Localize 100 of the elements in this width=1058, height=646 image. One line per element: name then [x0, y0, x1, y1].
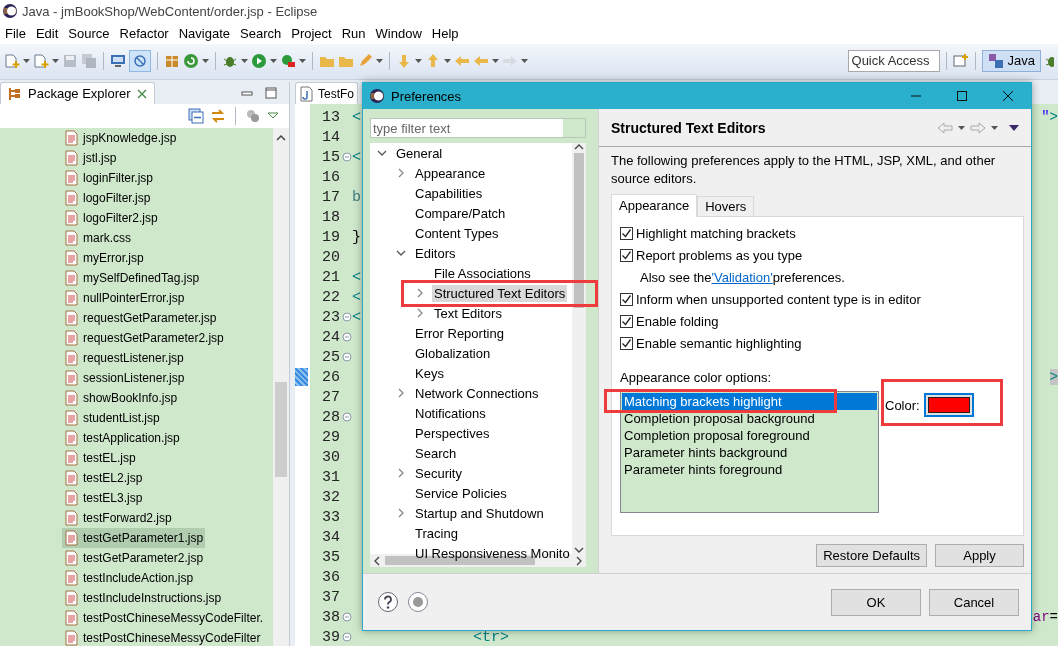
line-number: 13	[321, 108, 341, 126]
explorer-item[interactable]: testForward2.jsp	[62, 508, 174, 528]
menu-item[interactable]: Help	[426, 25, 464, 41]
tree-item[interactable]: Appearance	[413, 164, 488, 182]
tree-item[interactable]: Text Editors	[432, 304, 504, 322]
explorer-item[interactable]: testGetParameter1.jsp	[62, 528, 206, 548]
line-number: 20	[321, 248, 341, 266]
line-number: 23	[321, 308, 341, 326]
tree-item[interactable]: General	[394, 144, 445, 162]
button[interactable]: Restore Defaults	[816, 544, 927, 567]
list-item[interactable]: Completion proposal background	[622, 410, 877, 427]
tree-item[interactable]: Network Connections	[413, 384, 541, 402]
menu-item[interactable]: Window	[370, 25, 427, 41]
tab[interactable]: Hovers	[697, 196, 755, 217]
code-text: <tr>	[473, 628, 509, 646]
line-number: 38	[321, 608, 341, 626]
explorer-item[interactable]: testIncludeInstructions.jsp	[62, 588, 224, 608]
explorer-item[interactable]: testEL2.jsp	[62, 468, 145, 488]
line-number: 27	[321, 388, 341, 406]
tab[interactable]: Appearance	[611, 194, 698, 217]
menu-item[interactable]: Edit	[30, 25, 64, 41]
tree-item[interactable]: UI Responsiveness Monito	[413, 544, 572, 562]
tree-item[interactable]: Content Types	[413, 224, 501, 242]
line-number: 34	[321, 528, 341, 546]
explorer-item[interactable]: studentList.jsp	[62, 408, 162, 428]
code-text: >	[1049, 109, 1058, 125]
line-number: 32	[321, 488, 341, 506]
list-item[interactable]: Parameter hints background	[622, 444, 877, 461]
explorer-item[interactable]: testEL.jsp	[62, 448, 138, 468]
tree-item[interactable]: Tracing	[413, 524, 460, 542]
editor-tab[interactable]: TestFo	[295, 82, 358, 104]
explorer-item[interactable]: sessionListener.jsp	[62, 368, 187, 388]
menu-item[interactable]: Project	[286, 25, 337, 41]
quick-access-field[interactable]: Quick Access	[847, 49, 940, 72]
explorer-item[interactable]: requestGetParameter.jsp	[62, 308, 219, 328]
explorer-item[interactable]: jstl.jsp	[62, 148, 119, 168]
menu-item[interactable]: Search	[235, 25, 287, 41]
menu-item[interactable]: Refactor	[114, 25, 174, 41]
tree-item[interactable]: Editors	[413, 244, 458, 262]
menu-item[interactable]: File	[0, 25, 31, 41]
explorer-item[interactable]: jspKnowledge.jsp	[62, 128, 179, 148]
explorer-item[interactable]: requestGetParameter2.jsp	[62, 328, 226, 348]
explorer-item[interactable]: nullPointerError.jsp	[62, 288, 187, 308]
code-text: >	[1049, 369, 1058, 385]
tree-item[interactable]: Capabilities	[413, 184, 485, 202]
line-number: 39	[321, 628, 341, 646]
code-text: }	[352, 228, 361, 246]
line-number: 26	[321, 368, 341, 386]
view-title: Package Explorer	[28, 86, 131, 101]
checkbox-label: Enable semantic highlighting	[636, 335, 802, 351]
explorer-item[interactable]: requestListener.jsp	[62, 348, 186, 368]
page-title: Structured Text Editors	[611, 119, 766, 136]
explorer-item[interactable]: testGetParameter2.jsp	[62, 548, 206, 568]
list-item[interactable]: Parameter hints foreground	[622, 461, 877, 478]
explorer-item[interactable]: logoFilter.jsp	[62, 188, 153, 208]
tree-item[interactable]: Error Reporting	[413, 324, 506, 342]
button[interactable]: Apply	[935, 544, 1024, 567]
validation-link[interactable]: 'Validation'	[711, 269, 773, 285]
explorer-item[interactable]: testPostChineseMessyCodeFilter.	[62, 608, 266, 628]
tree-item[interactable]: Perspectives	[413, 424, 492, 442]
explorer-item[interactable]: mark.css	[62, 228, 133, 248]
line-number: 21	[321, 268, 341, 286]
button[interactable]: Cancel	[929, 588, 1019, 616]
menu-item[interactable]: Navigate	[173, 25, 235, 41]
line-number: 18	[321, 208, 341, 226]
tree-item[interactable]: Service Policies	[413, 484, 509, 502]
tree-item[interactable]: Globalization	[413, 344, 493, 362]
note-text: Also see the'Validation'preferences.	[639, 268, 846, 287]
code-text: <	[352, 148, 361, 166]
tree-item[interactable]: Notifications	[413, 404, 488, 422]
tree-item[interactable]: Startup and Shutdown	[413, 504, 546, 522]
button[interactable]: OK	[831, 588, 921, 616]
code-text: <	[352, 108, 361, 126]
tree-item[interactable]: Keys	[413, 364, 446, 382]
explorer-item[interactable]: mySelfDefinedTag.jsp	[62, 268, 202, 288]
explorer-item[interactable]: showBookInfo.jsp	[62, 388, 180, 408]
line-number: 19	[321, 228, 341, 246]
explorer-item[interactable]: testApplication.jsp	[62, 428, 182, 448]
list-item[interactable]: Completion proposal foreground	[622, 427, 877, 444]
explorer-item[interactable]: loginFilter.jsp	[62, 168, 156, 188]
explorer-item[interactable]: logoFilter2.jsp	[62, 208, 160, 228]
explorer-item[interactable]: testPostChineseMessyCodeFilter	[62, 628, 263, 646]
list-item[interactable]: Matching brackets highlight	[622, 393, 877, 410]
checkbox-label: Report problems as you type	[636, 247, 803, 263]
menu-item[interactable]: Run	[336, 25, 371, 41]
tree-item[interactable]: Security	[413, 464, 464, 482]
explorer-item[interactable]: myError.jsp	[62, 248, 146, 268]
tree-item[interactable]: File Associations	[432, 264, 533, 282]
tree-item[interactable]: Search	[413, 444, 459, 462]
explorer-item[interactable]: testEL3.jsp	[62, 488, 145, 508]
dialog-title: Preferences	[391, 88, 462, 104]
filter-field[interactable]: type filter text	[370, 118, 586, 138]
view-tab[interactable]: Package Explorer	[0, 82, 155, 104]
checkbox-label: Highlight matching brackets	[636, 225, 796, 241]
menu-item[interactable]: Source	[63, 25, 115, 41]
perspective-button[interactable]: Java	[981, 49, 1041, 72]
tree-item[interactable]: Structured Text Editors	[432, 284, 568, 302]
code-text: <	[352, 268, 361, 286]
explorer-item[interactable]: testIncludeAction.jsp	[62, 568, 196, 588]
tree-item[interactable]: Compare/Patch	[413, 204, 508, 222]
